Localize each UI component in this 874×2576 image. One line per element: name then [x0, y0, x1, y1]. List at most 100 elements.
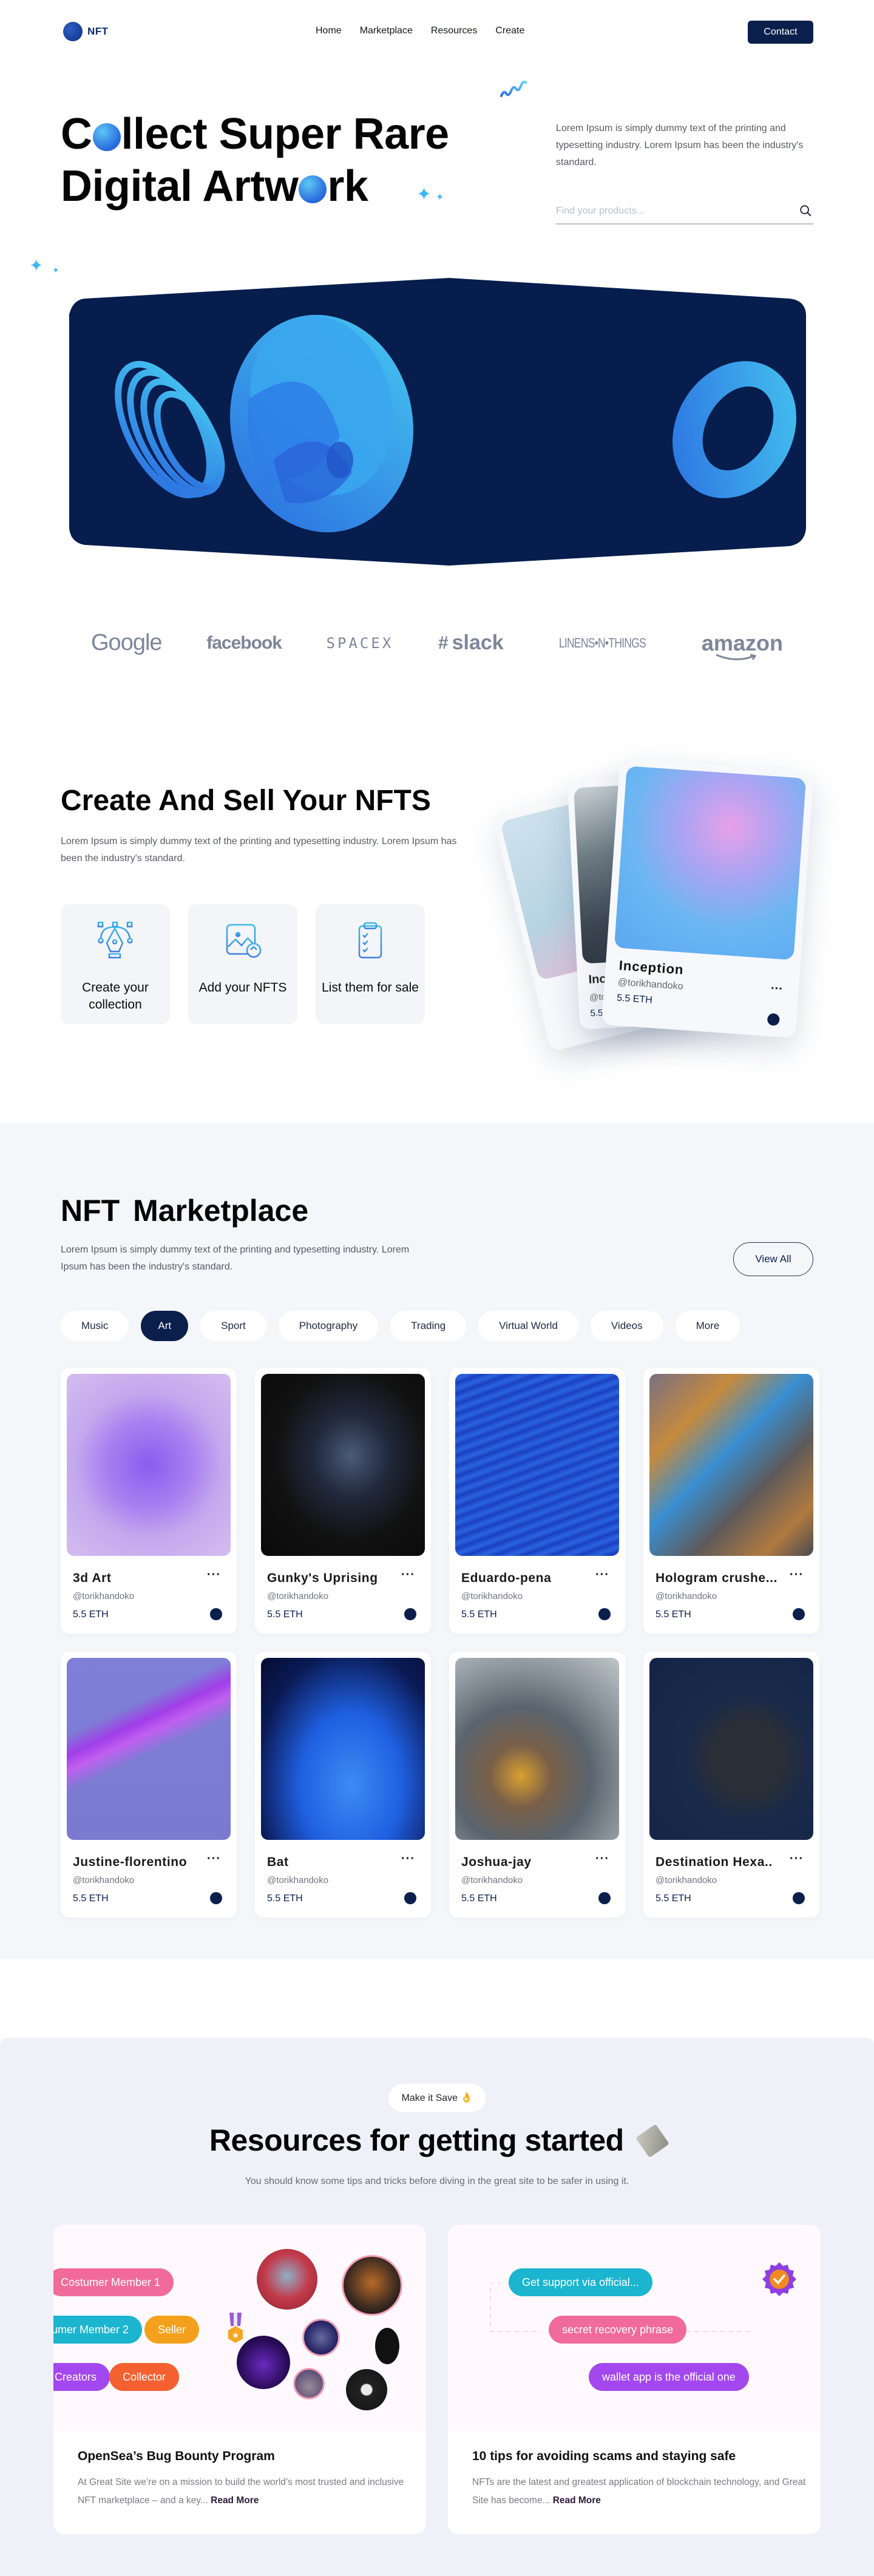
more-options-icon[interactable]: ···	[595, 1852, 609, 1866]
brand-logo-amazon: amazon	[701, 630, 783, 660]
resource-card-title: OpenSea’s Bug Bounty Program	[78, 2449, 275, 2463]
nft-title: Joshua-jay	[461, 1855, 532, 1869]
nft-title: Gunky's Uprising	[267, 1571, 378, 1585]
ethereum-badge-icon	[598, 1608, 611, 1620]
hero-description: Lorem Ipsum is simply dummy text of the …	[556, 123, 804, 167]
site-logo[interactable]: NFT	[63, 22, 109, 41]
search-input[interactable]	[556, 200, 787, 222]
category-chip-art[interactable]: Art	[141, 1311, 189, 1341]
ethereum-badge-icon	[210, 1608, 222, 1620]
brand-name: slack	[452, 631, 504, 654]
category-chip-sport[interactable]: Sport	[200, 1311, 266, 1341]
nft-owner: @torikhandoko	[267, 1875, 329, 1885]
category-chip-photography[interactable]: Photography	[278, 1311, 379, 1341]
avatar	[342, 2255, 402, 2316]
avatar	[302, 2319, 340, 2356]
sparkle-icon: ✦	[29, 256, 44, 275]
more-options-icon[interactable]: ···	[401, 1568, 415, 1582]
ethereum-badge-icon	[598, 1892, 611, 1904]
sparkle-icon: ✦	[52, 265, 59, 275]
nft-title: Justine-florentino	[73, 1855, 188, 1869]
product-search	[556, 200, 813, 225]
sparkle-icon: ✦	[416, 184, 432, 205]
step-label: Create your collection	[82, 981, 149, 1012]
squiggle-decoration-icon	[500, 80, 527, 97]
nft-card[interactable]: Destination Hexa.. ··· @torikhandoko 5.5…	[643, 1652, 819, 1918]
ethereum-badge-icon	[793, 1892, 805, 1904]
nft-artwork	[455, 1374, 619, 1556]
hero-title-text: C	[61, 110, 92, 158]
more-options-icon[interactable]: ···	[790, 1568, 804, 1582]
featured-nft-card-stack: Inc @to 5.5 ETH Inception @torikhandoko …	[492, 746, 819, 1062]
resources-subtitle: You should know some tips and tricks bef…	[245, 2176, 629, 2186]
nft-price: 5.5 ETH	[73, 1609, 109, 1620]
view-all-button[interactable]: View All	[733, 1242, 813, 1276]
step-create-collection[interactable]: Create your collection	[61, 904, 170, 1024]
ethereum-badge-icon	[767, 1013, 780, 1026]
logo-text: NFT	[87, 25, 109, 37]
marketplace-title: NFT Marketplace	[61, 1194, 309, 1228]
brand-name: amazon	[701, 630, 783, 655]
nft-grid: 3d Art ··· @torikhandoko 5.5 ETH Gunky's…	[61, 1368, 819, 1918]
category-chip-videos[interactable]: Videos	[590, 1311, 663, 1341]
nft-card[interactable]: Gunky's Uprising ··· @torikhandoko 5.5 E…	[255, 1368, 431, 1634]
more-options-icon[interactable]: ···	[595, 1568, 609, 1582]
nav-links: Home Marketplace Resources Create	[316, 25, 524, 36]
tag-collector: Collector	[109, 2363, 180, 2391]
step-add-nfts[interactable]: Add your NFTS	[188, 904, 297, 1024]
resource-card-avoid-scams[interactable]: Get support via official... secret recov…	[448, 2225, 821, 2534]
logo-mark-icon	[63, 22, 83, 41]
avatar	[237, 2336, 290, 2389]
nft-card[interactable]: Eduardo-pena ··· @torikhandoko 5.5 ETH	[449, 1368, 625, 1634]
category-chip-more[interactable]: More	[675, 1311, 740, 1341]
more-options-icon[interactable]: ···	[790, 1852, 804, 1866]
nft-card-featured[interactable]: Inception @torikhandoko 5.5 ETH ···	[601, 758, 814, 1038]
clipboard-checklist-icon	[358, 922, 382, 959]
resources-title: Resources for getting started	[0, 2123, 874, 2158]
image-upload-icon	[226, 924, 262, 958]
read-more-link[interactable]: Read More	[553, 2495, 601, 2506]
search-icon[interactable]	[799, 204, 812, 217]
category-chip-trading[interactable]: Trading	[390, 1311, 467, 1341]
nft-card[interactable]: Bat ··· @torikhandoko 5.5 ETH	[255, 1652, 431, 1918]
nft-price: 5.5 ETH	[461, 1893, 497, 1904]
resource-card-illustration: Get support via official... secret recov…	[448, 2225, 821, 2431]
more-options-icon[interactable]: ···	[207, 1852, 221, 1866]
category-chip-virtual-world[interactable]: Virtual World	[478, 1311, 578, 1341]
nft-owner: @torikhandoko	[267, 1591, 329, 1601]
ethereum-badge-icon	[210, 1892, 222, 1904]
tag-costumer-member-2: Costumer Member 2	[53, 2316, 143, 2344]
nav-link-home[interactable]: Home	[316, 25, 342, 36]
nav-link-marketplace[interactable]: Marketplace	[360, 25, 413, 36]
more-options-icon[interactable]: ···	[207, 1568, 221, 1582]
nft-price: 5.5 ETH	[461, 1609, 497, 1620]
more-options-icon[interactable]: ···	[401, 1852, 415, 1866]
nft-card[interactable]: Hologram crushe... ··· @torikhandoko 5.5…	[643, 1368, 819, 1634]
step-list-for-sale[interactable]: List them for sale	[316, 904, 425, 1024]
nft-artwork	[261, 1658, 425, 1840]
avatar	[257, 2249, 317, 2310]
slack-hash-icon: #	[438, 632, 449, 653]
read-more-link[interactable]: Read More	[211, 2495, 259, 2506]
nft-title: Inception	[618, 958, 685, 978]
more-options-icon[interactable]: ···	[770, 982, 783, 996]
nft-card[interactable]: 3d Art ··· @torikhandoko 5.5 ETH	[61, 1368, 237, 1634]
resource-card-bug-bounty[interactable]: Costumer Member 1 Costumer Member 2 Sell…	[53, 2225, 426, 2534]
ethereum-badge-icon	[793, 1608, 805, 1620]
nft-artwork	[261, 1374, 425, 1556]
nft-owner: @torikhandoko	[461, 1591, 523, 1601]
nft-price: 5.5 ETH	[616, 992, 653, 1006]
tag-costumer-member-1: Costumer Member 1	[53, 2268, 174, 2296]
nav-link-resources[interactable]: Resources	[431, 25, 477, 36]
hero-title-text: rk	[327, 162, 368, 211]
nft-owner: @torikhandoko	[656, 1875, 717, 1885]
avatar	[293, 2368, 325, 2399]
pen-tool-icon	[97, 921, 133, 959]
category-chip-music[interactable]: Music	[61, 1311, 129, 1341]
nft-owner: @torikhandoko	[617, 977, 684, 992]
nft-owner: @torikhandoko	[656, 1591, 717, 1601]
nft-card[interactable]: Joshua-jay ··· @torikhandoko 5.5 ETH	[449, 1652, 625, 1918]
nav-link-create[interactable]: Create	[495, 25, 524, 36]
nft-card[interactable]: Justine-florentino ··· @torikhandoko 5.5…	[61, 1652, 237, 1918]
contact-button[interactable]: Contact	[748, 21, 813, 44]
